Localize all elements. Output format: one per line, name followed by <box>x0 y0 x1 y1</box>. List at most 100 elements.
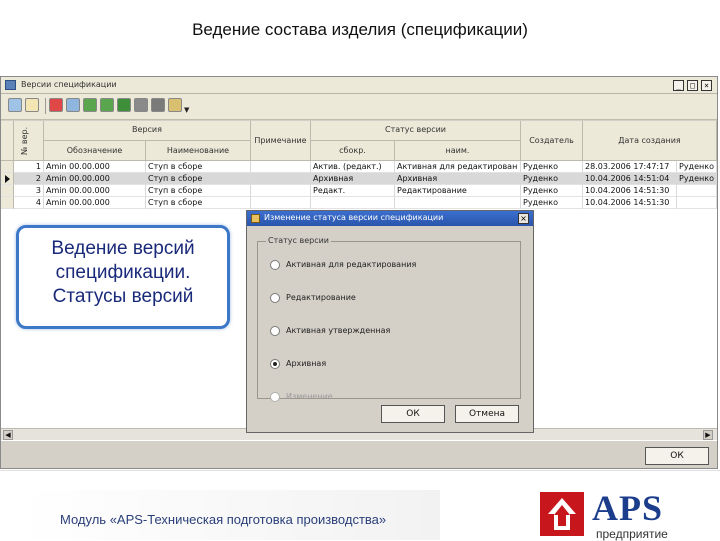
cell-extra: Руденко <box>677 161 717 173</box>
close-icon[interactable]: × <box>518 213 529 224</box>
radio-label: Архивная <box>286 359 327 368</box>
status-group-label: Статус версии <box>266 236 331 245</box>
toolbar-dropdown-icon[interactable]: ▼ <box>184 106 189 114</box>
cell-num: 1 <box>14 161 44 173</box>
radio-active-approved[interactable]: Активная утвержденная <box>270 325 510 337</box>
paste-icon[interactable] <box>168 98 182 112</box>
cell-name: Ступ в сборе <box>146 161 251 173</box>
cell-status-abbr: Актив. (редакт.) <box>311 161 395 173</box>
edit-icon[interactable] <box>25 98 39 112</box>
cell-status-name <box>395 197 521 209</box>
toolbar: ▼ <box>1 94 717 120</box>
cell-name: Ступ в сборе <box>146 185 251 197</box>
cell-status-abbr: Архивная <box>311 173 395 185</box>
cell-status-name: Архивная <box>395 173 521 185</box>
close-window-button[interactable]: × <box>701 80 712 91</box>
cell-creator: Руденко <box>521 185 583 197</box>
header-name[interactable]: Наименование <box>146 141 251 161</box>
cell-name: Ступ в сборе <box>146 173 251 185</box>
cell-name: Ступ в сборе <box>146 197 251 209</box>
cell-designation: Amin 00.00.000 <box>44 197 146 209</box>
dialog-titlebar: Изменение статуса версии спецификации × <box>247 211 533 226</box>
radio-archived[interactable]: Архивная <box>270 358 510 370</box>
slide-title: Ведение состава изделия (спецификации) <box>192 20 528 39</box>
header-note[interactable]: Примечание <box>251 121 311 161</box>
radio-label: Активная для редактирования <box>286 260 417 269</box>
row-indicator <box>1 161 14 173</box>
cell-created: 10.04.2006 14:51:30 <box>583 197 677 209</box>
cell-created: 28.03.2006 17:47:17 <box>583 161 677 173</box>
cell-note <box>251 173 311 185</box>
header-status-abbr[interactable]: сбокр. <box>311 141 395 161</box>
window-titlebar: Версии спецификации _ □ × <box>1 77 717 94</box>
print-icon[interactable] <box>134 98 148 112</box>
radio-circle[interactable] <box>270 293 280 303</box>
scroll-left-icon[interactable]: ◀ <box>3 430 13 440</box>
cell-num: 4 <box>14 197 44 209</box>
toolbar-separator <box>45 98 46 114</box>
cell-designation: Amin 00.00.000 <box>44 161 146 173</box>
radio-circle-checked[interactable] <box>270 359 280 369</box>
cell-creator: Руденко <box>521 173 583 185</box>
callout-line-1: Ведение версий <box>51 238 195 259</box>
cell-note <box>251 197 311 209</box>
window-app-icon <box>5 80 16 90</box>
refresh-icon[interactable] <box>83 98 97 112</box>
row-indicator <box>1 185 14 197</box>
header-designation[interactable]: Обозначение <box>44 141 146 161</box>
cell-designation: Amin 00.00.000 <box>44 173 146 185</box>
header-creator[interactable]: Создатель <box>521 121 583 161</box>
copy-icon[interactable] <box>66 98 80 112</box>
cell-status-name: Редактирование <box>395 185 521 197</box>
cell-creator: Руденко <box>521 197 583 209</box>
table-row[interactable]: 4 Amin 00.00.000 Ступ в сборе Руденко 10… <box>1 197 717 209</box>
table-row[interactable]: 3 Amin 00.00.000 Ступ в сборе Редакт. Ре… <box>1 185 717 197</box>
cell-designation: Amin 00.00.000 <box>44 185 146 197</box>
table-row-selected[interactable]: 2 Amin 00.00.000 Ступ в сборе Архивная А… <box>1 173 717 185</box>
logo-subtitle: предприятие <box>596 527 668 541</box>
maximize-button[interactable]: □ <box>687 80 698 91</box>
radio-active-editing[interactable]: Активная для редактирования <box>270 259 510 271</box>
minimize-button[interactable]: _ <box>673 80 684 91</box>
export-icon[interactable] <box>117 98 131 112</box>
save-icon[interactable] <box>151 98 165 112</box>
cell-creator: Руденко <box>521 161 583 173</box>
row-indicator <box>1 197 14 209</box>
dialog-cancel-button[interactable]: Отмена <box>455 405 519 423</box>
scroll-right-icon[interactable]: ▶ <box>703 430 713 440</box>
status-groupbox: Статус версии Активная для редактировани… <box>257 236 521 402</box>
footer-divider <box>0 470 720 471</box>
radio-circle[interactable] <box>270 326 280 336</box>
cell-note <box>251 185 311 197</box>
cell-status-name: Активная для редактирован <box>395 161 521 173</box>
radio-label: Изменение <box>286 392 333 401</box>
aps-logo: APS предприятие <box>540 488 700 541</box>
radio-circle <box>270 392 280 402</box>
header-indicator <box>1 121 14 161</box>
current-row-arrow-icon <box>5 175 10 183</box>
table-row[interactable]: 1 Amin 00.00.000 Ступ в сборе Актив. (ре… <box>1 161 717 173</box>
new-version-icon[interactable] <box>8 98 22 112</box>
cell-num: 3 <box>14 185 44 197</box>
change-status-dialog: Изменение статуса версии спецификации × … <box>246 210 534 433</box>
header-version-number[interactable]: № вер. <box>14 121 44 161</box>
image-icon[interactable] <box>100 98 114 112</box>
cell-extra <box>677 197 717 209</box>
row-indicator <box>1 173 14 185</box>
footer-text: Модуль «APS-Техническая подготовка произ… <box>60 512 387 527</box>
radio-label: Редактирование <box>286 293 356 302</box>
delete-icon[interactable] <box>49 98 63 112</box>
header-created-date[interactable]: Дата создания <box>583 121 717 161</box>
cell-note <box>251 161 311 173</box>
window-ok-button[interactable]: ОК <box>645 447 709 465</box>
radio-editing[interactable]: Редактирование <box>270 292 510 304</box>
cell-status-abbr: Редакт. <box>311 185 395 197</box>
cell-created: 10.04.2006 14:51:04 <box>583 173 677 185</box>
logo-text: APS <box>592 488 664 528</box>
dialog-ok-button[interactable]: ОК <box>381 405 445 423</box>
radio-circle[interactable] <box>270 260 280 270</box>
header-status-name[interactable]: наим. <box>395 141 521 161</box>
radio-change-disabled: Изменение <box>270 391 510 403</box>
cell-extra <box>677 185 717 197</box>
dialog-title: Изменение статуса версии спецификации <box>264 213 444 222</box>
